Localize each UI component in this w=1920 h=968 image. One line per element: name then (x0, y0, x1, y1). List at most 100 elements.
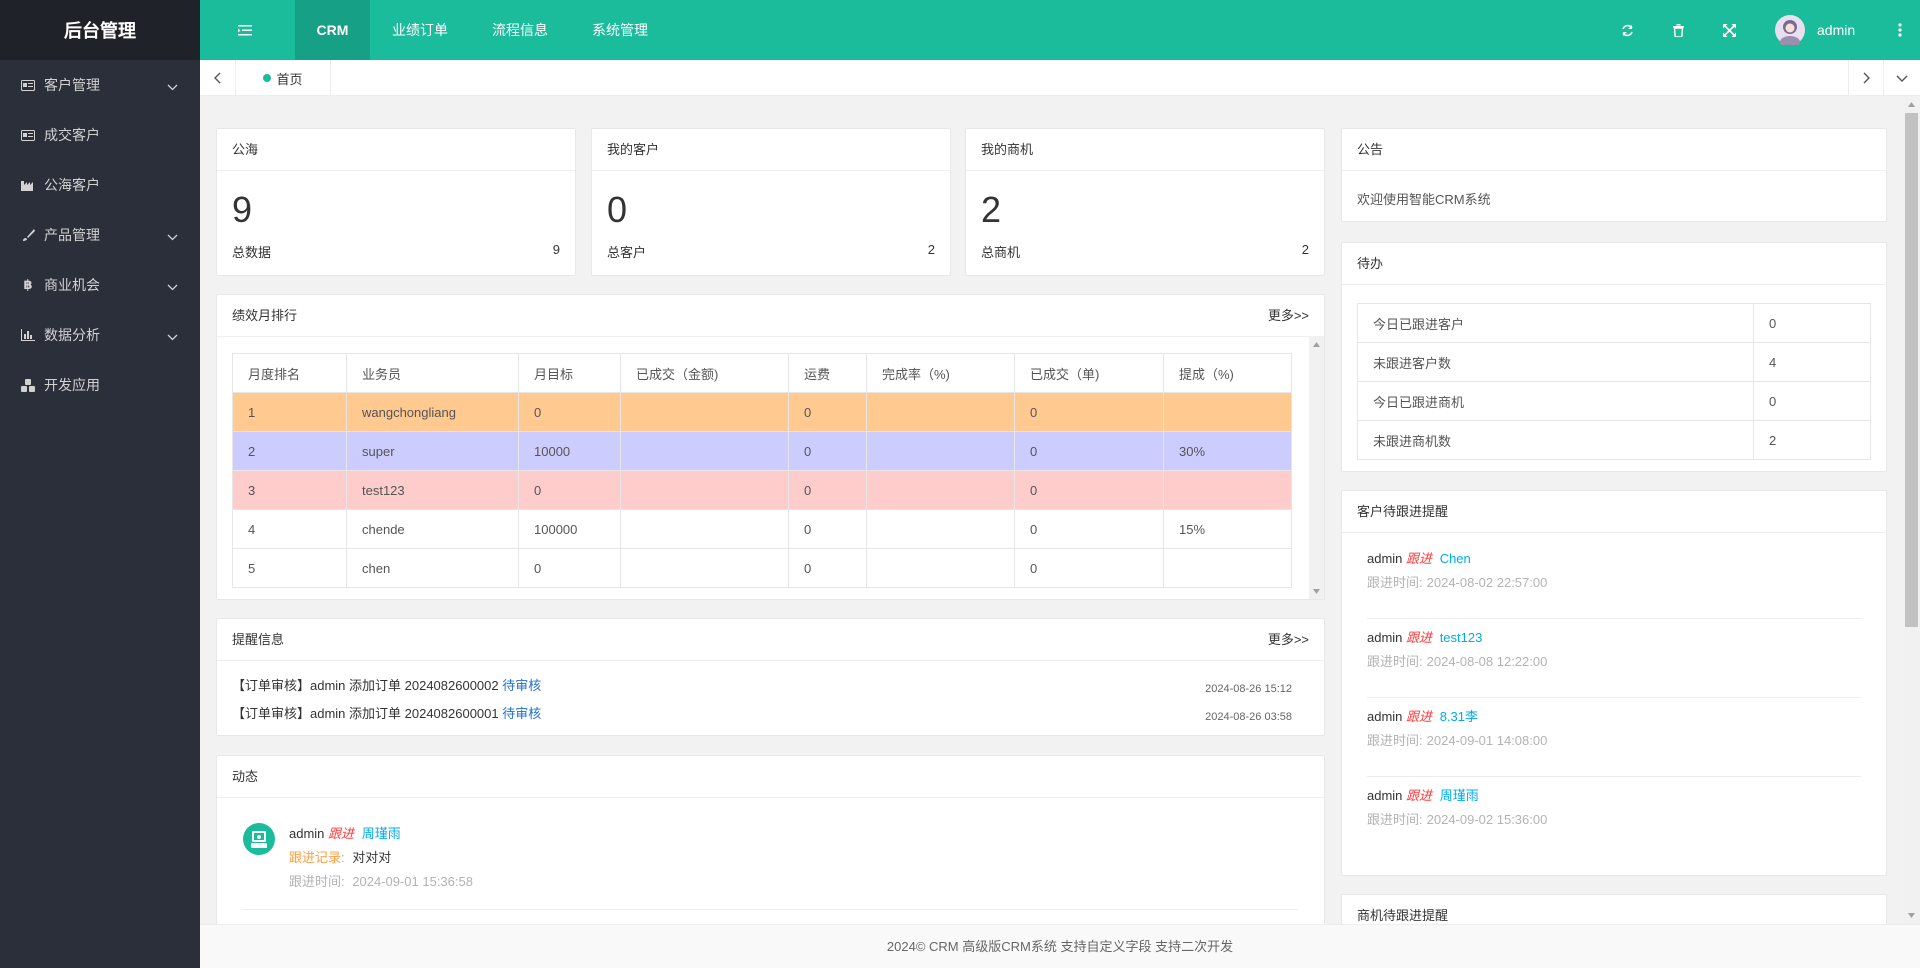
sidebar-item-dev-apps[interactable]: 开发应用 (0, 360, 200, 410)
follow-line: admin 跟进 Chen (1367, 547, 1861, 571)
column-header: 业务员 (346, 353, 519, 393)
reminder-status-link[interactable]: 待审核 (502, 678, 541, 693)
reminder-status-link[interactable]: 待审核 (502, 706, 541, 721)
notice-text: 欢迎使用智能CRM系统 (1357, 192, 1491, 207)
table-cell: 3 (232, 470, 347, 510)
menu-toggle-icon[interactable] (230, 0, 260, 60)
sidebar-item-product-management[interactable]: 产品管理 (0, 210, 200, 260)
activity-user: admin (289, 826, 325, 841)
table-cell (866, 470, 1015, 510)
username[interactable]: admin (1817, 0, 1855, 60)
dashboard-content: 公海 9 总数据 9 我的客户 0 总客户 2 我的商机 2 总商机 2 绩效月… (200, 96, 1920, 924)
follow-item: admin 跟进 周瑾雨 跟进时间: 2024-09-02 15:36:00 (1367, 784, 1861, 856)
ranking-more-link[interactable]: 更多>> (1268, 295, 1309, 337)
tab-orders[interactable]: 业绩订单 (380, 0, 460, 60)
table-row: 3 test123 0 0 0 (232, 470, 1292, 510)
sidebar-item-public-customers[interactable]: 公海客户 (0, 160, 200, 210)
scroll-up-icon[interactable] (1313, 342, 1320, 347)
todo-row: 未跟进客户数 4 (1357, 342, 1871, 382)
chevron-down-icon (167, 278, 178, 294)
sidebar-item-business-opportunity[interactable]: ฿ 商业机会 (0, 260, 200, 310)
scroll-up-icon[interactable] (1908, 102, 1915, 107)
stat-title: 公海 (217, 129, 575, 171)
todo-table: 今日已跟进客户 0 未跟进客户数 4 今日已跟进商机 0 未跟进商机数 2 (1357, 303, 1871, 460)
chevron-down-icon (167, 328, 178, 344)
table-row: 5 chen 0 0 0 (232, 548, 1292, 588)
reminder-more-link[interactable]: 更多>> (1268, 619, 1309, 661)
table-cell: chen (346, 548, 519, 588)
follow-line: admin 跟进 8.31李 (1367, 705, 1861, 729)
table-cell: 0 (1014, 392, 1164, 432)
table-row: 2 super 10000 0 0 30% (232, 431, 1292, 471)
follow-time-label: 跟进时间: (1367, 812, 1423, 827)
tabs-dropdown-icon[interactable] (1884, 60, 1920, 96)
table-cell (620, 431, 789, 471)
footer: 2024© CRM 高级版CRM系统 支持自定义字段 支持二次开发 (200, 924, 1920, 968)
follow-time: 跟进时间: 2024-09-02 15:36:00 (1367, 808, 1861, 832)
activity-item: admin 跟进 周瑾雨 跟进记录: 对对对 跟进时间: 2024-09-01 … (289, 822, 473, 894)
app-logo: 后台管理 (0, 0, 200, 60)
reminder-item: 【订单审核】admin 添加订单 2024082600001 待审核 2024-… (232, 703, 1292, 725)
table-cell: 15% (1163, 509, 1292, 549)
table-cell (866, 548, 1015, 588)
follow-user: admin (1367, 551, 1403, 566)
follow-time-label: 跟进时间: (1367, 733, 1423, 748)
stat-title: 我的客户 (592, 129, 950, 171)
table-cell (620, 392, 789, 432)
sidebar-item-deal-customers[interactable]: 成交客户 (0, 110, 200, 160)
ranking-header: 绩效月排行 更多>> (217, 295, 1324, 337)
page-scrollbar[interactable] (1903, 96, 1920, 924)
follow-action: 跟进 (1406, 630, 1433, 645)
todo-value: 4 (1753, 342, 1871, 382)
table-cell: super (346, 431, 519, 471)
more-vertical-icon[interactable] (1890, 0, 1910, 60)
sidebar-item-data-analysis[interactable]: 数据分析 (0, 310, 200, 360)
tabs-scroll-left-icon[interactable] (200, 60, 236, 96)
stat-value: 9 (232, 189, 253, 230)
table-cell: 0 (518, 470, 621, 510)
follow-action: 跟进 (1406, 709, 1433, 724)
tab-home-label: 首页 (276, 71, 303, 87)
table-cell: 10000 (518, 431, 621, 471)
avatar[interactable] (1774, 0, 1806, 60)
fullscreen-icon[interactable] (1714, 0, 1744, 60)
sidebar-item-label: 开发应用 (44, 377, 100, 393)
todo-table-wrap: 今日已跟进客户 0 未跟进客户数 4 今日已跟进商机 0 未跟进商机数 2 (1357, 303, 1871, 460)
notice-panel: 公告 欢迎使用智能CRM系统 (1341, 128, 1887, 222)
follow-target-link[interactable]: 周瑾雨 (1440, 788, 1479, 803)
tab-home[interactable]: 首页 (236, 60, 331, 96)
sidebar-menu: 客户管理 成交客户 公海客户 产品管理 ฿ 商业机会 数据分析 开发应用 (0, 60, 200, 410)
activity-time: 跟进时间: 2024-09-01 15:36:58 (289, 870, 473, 894)
scroll-down-icon[interactable] (1908, 913, 1915, 918)
scroll-down-icon[interactable] (1313, 589, 1320, 594)
tab-crm[interactable]: CRM (295, 0, 370, 60)
column-header: 月目标 (518, 353, 621, 393)
column-header: 已成交（单) (1014, 353, 1164, 393)
column-header: 已成交（金额) (620, 353, 789, 393)
factory-icon (20, 177, 36, 193)
refresh-icon[interactable] (1612, 0, 1642, 60)
follow-target-link[interactable]: 8.31李 (1440, 709, 1478, 724)
todo-label: 今日已跟进客户 (1357, 303, 1754, 343)
tab-workflow[interactable]: 流程信息 (480, 0, 560, 60)
ranking-scrollbar[interactable] (1309, 337, 1324, 599)
page-scroll-thumb[interactable] (1905, 113, 1918, 627)
activity-target-link[interactable]: 周瑾雨 (362, 826, 401, 841)
tab-system[interactable]: 系统管理 (580, 0, 660, 60)
follow-target-link[interactable]: test123 (1440, 630, 1483, 645)
stat-footer: 总客户 2 (607, 242, 935, 261)
activity-record-text: 对对对 (352, 850, 392, 865)
sidebar: 后台管理 客户管理 成交客户 公海客户 产品管理 ฿ 商业机会 数据分析 开发应… (0, 0, 200, 968)
sidebar-item-label: 产品管理 (44, 227, 100, 243)
follow-line: admin 跟进 test123 (1367, 626, 1861, 650)
table-cell: 0 (788, 470, 867, 510)
sidebar-item-customer-management[interactable]: 客户管理 (0, 60, 200, 110)
follow-target-link[interactable]: Chen (1440, 551, 1471, 566)
activity-record: 跟进记录: 对对对 (289, 846, 473, 870)
tabs-scroll-right-icon[interactable] (1848, 60, 1884, 96)
column-header: 运费 (788, 353, 867, 393)
table-cell: 4 (232, 509, 347, 549)
trash-icon[interactable] (1663, 0, 1693, 60)
table-cell: 0 (788, 548, 867, 588)
customer-follow-title: 客户待跟进提醒 (1342, 491, 1886, 533)
